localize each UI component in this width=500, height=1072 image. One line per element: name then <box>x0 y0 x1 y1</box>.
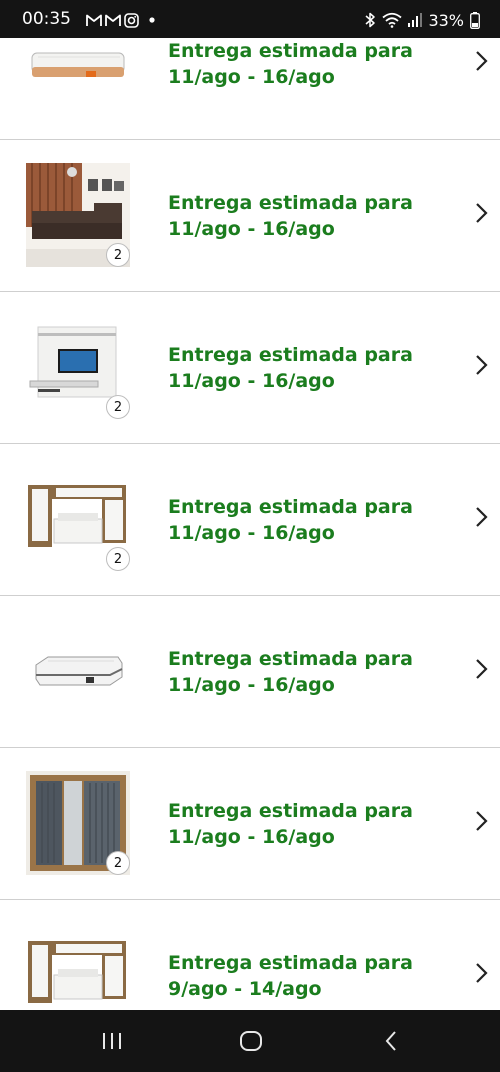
delivery-estimate: Entrega estimada para 11/ago - 16/ago <box>168 40 413 88</box>
system-icons: 33% <box>364 9 480 31</box>
delivery-estimate: Entrega estimada para 11/ago - 16/ago <box>168 800 413 848</box>
home-button[interactable] <box>231 1028 271 1054</box>
dot-icon <box>149 17 155 23</box>
quantity-badge: 2 <box>106 243 130 267</box>
list-item[interactable]: 2 Entrega estimada para 11/ago - 16/ago <box>0 444 500 596</box>
delivery-estimate: Entrega estimada para 11/ago - 16/ago <box>168 192 413 240</box>
bedroom-set-product-image <box>26 923 130 1010</box>
signal-icon <box>408 13 423 27</box>
chevron-right-icon[interactable] <box>474 505 490 529</box>
delivery-estimate: Entrega estimada para 11/ago - 16/ago <box>168 496 413 544</box>
quantity-badge: 2 <box>106 395 130 419</box>
chevron-right-icon[interactable] <box>474 49 490 73</box>
home-icon <box>240 1031 262 1051</box>
quantity-badge: 2 <box>106 547 130 571</box>
quantity-badge: 2 <box>106 851 130 875</box>
gmail-icon <box>86 14 102 26</box>
chevron-right-icon[interactable] <box>474 353 490 377</box>
bluetooth-icon <box>365 12 376 28</box>
notification-icons <box>86 12 158 28</box>
list-item[interactable]: Entrega estimada para 11/ago - 16/ago <box>0 596 500 748</box>
chevron-right-icon[interactable] <box>474 809 490 833</box>
bedroom-set-product-image: 2 <box>26 467 130 571</box>
chevron-right-icon[interactable] <box>474 961 490 985</box>
status-bar: 00:35 33% <box>0 0 500 38</box>
list-item[interactable]: 2 Entrega estimada para 11/ago - 16/ago <box>0 748 500 900</box>
status-time: 00:35 <box>22 9 71 29</box>
recent-apps-icon <box>103 1033 121 1049</box>
mattress-product-image <box>26 38 130 115</box>
wardrobe-product-image: 2 <box>26 771 130 875</box>
chevron-right-icon[interactable] <box>474 657 490 681</box>
delivery-estimate: Entrega estimada para 11/ago - 16/ago <box>168 344 413 392</box>
list-item[interactable]: Entrega estimada para 9/ago - 14/ago <box>0 900 500 1010</box>
instagram-icon <box>124 12 139 28</box>
recent-apps-button[interactable] <box>92 1028 132 1054</box>
sofa-product-image: 2 <box>26 163 130 267</box>
back-icon <box>385 1031 396 1051</box>
battery-percentage: 33% <box>428 10 464 30</box>
tv-panel-product-image: 2 <box>26 315 130 419</box>
list-item[interactable]: Entrega estimada para 11/ago - 16/ago <box>0 38 500 140</box>
chevron-right-icon[interactable] <box>474 201 490 225</box>
wifi-icon <box>382 12 403 28</box>
delivery-estimate: Entrega estimada para 11/ago - 16/ago <box>168 648 413 696</box>
battery-icon <box>470 11 480 29</box>
list-item[interactable]: 2 Entrega estimada para 11/ago - 16/ago <box>0 140 500 292</box>
mattress-product-image <box>26 619 130 723</box>
delivery-list[interactable]: Entrega estimada para 11/ago - 16/ago 2 … <box>0 38 500 1010</box>
navigation-bar <box>0 1010 500 1072</box>
gmail-icon <box>105 14 121 26</box>
back-button[interactable] <box>371 1028 411 1054</box>
delivery-estimate: Entrega estimada para 9/ago - 14/ago <box>168 952 413 1000</box>
list-item[interactable]: 2 Entrega estimada para 11/ago - 16/ago <box>0 292 500 444</box>
